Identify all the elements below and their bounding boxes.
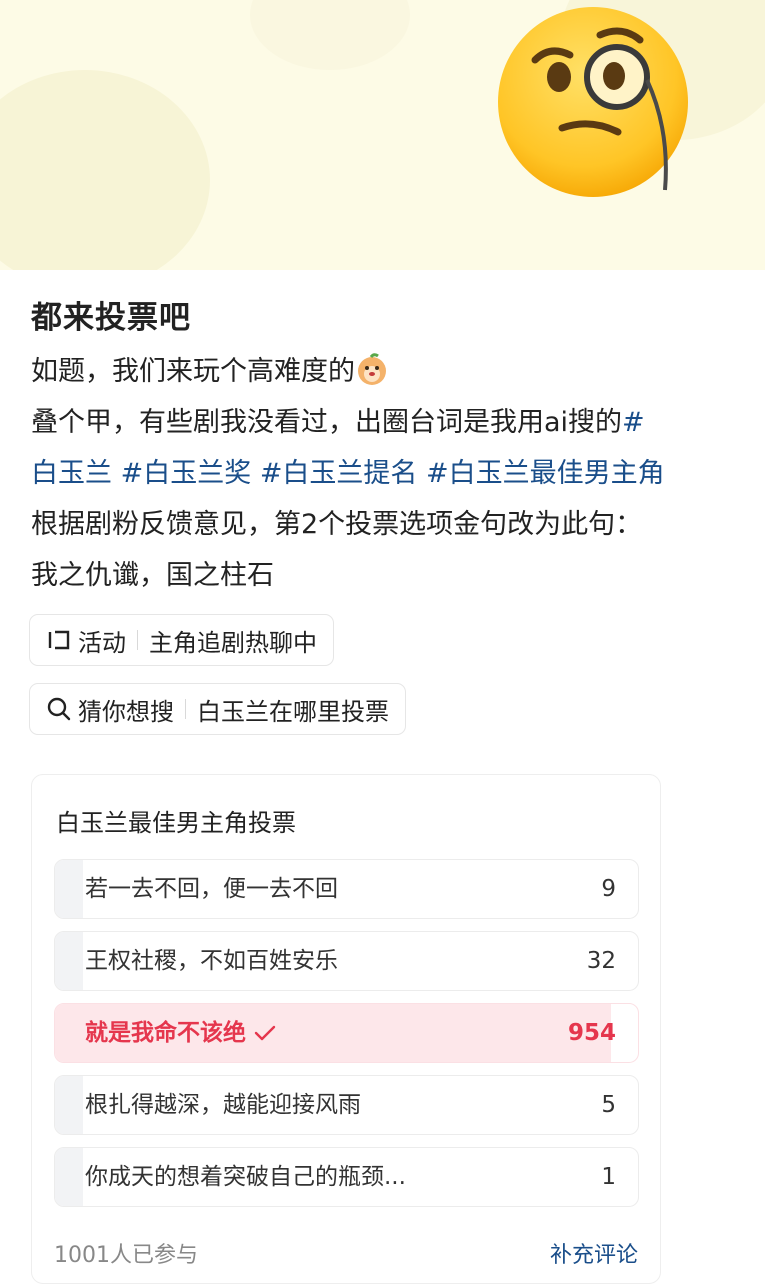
- activity-pill[interactable]: 活动 主角追剧热聊中: [29, 614, 334, 666]
- hashtag-link[interactable]: #白玉兰最佳男主角: [426, 458, 665, 489]
- post-line: 如题，我们来玩个高难度的: [31, 356, 355, 387]
- post-line: 我之仇谶，国之柱石: [31, 560, 274, 591]
- header-banner: [0, 0, 765, 270]
- poll-option-count: 9: [601, 876, 616, 902]
- post-line: 根据剧粉反馈意见，第2个投票选项金句改为此句：: [31, 509, 643, 540]
- poll-option[interactable]: 你成天的想着突破自己的瓶颈... 1: [54, 1147, 639, 1207]
- hashtag-link[interactable]: #: [622, 407, 645, 438]
- post-title: 都来投票吧: [31, 300, 191, 336]
- poll-title: 白玉兰最佳男主角投票: [56, 809, 296, 837]
- poll-option-count: 954: [567, 1020, 616, 1046]
- search-suggestion-label: 猜你想搜: [78, 697, 174, 726]
- poll-option-bar: [55, 1148, 83, 1206]
- poll-option-label: 若一去不回，便一去不回: [85, 876, 338, 902]
- check-icon: [254, 1025, 276, 1041]
- post-line: 叠个甲，有些剧我没看过，出圈台词是我用ai搜的: [31, 407, 623, 438]
- poll-option[interactable]: 王权社稷，不如百姓安乐 32: [54, 931, 639, 991]
- poll-option-bar: [55, 1076, 83, 1134]
- divider: [185, 699, 186, 719]
- activity-label: 活动: [78, 628, 126, 657]
- banner-decoration: [250, 0, 410, 70]
- hashtag-link[interactable]: #白玉兰奖: [121, 458, 252, 489]
- poll-option-label: 根扎得越深，越能迎接风雨: [85, 1092, 361, 1118]
- supplement-comment-link[interactable]: 补充评论: [550, 1237, 638, 1269]
- poll-option-selected[interactable]: 就是我命不该绝 954: [54, 1003, 639, 1063]
- poll-option-label: 就是我命不该绝: [85, 1020, 246, 1046]
- bear-emoji-icon: [358, 353, 386, 385]
- poll-option-label: 你成天的想着突破自己的瓶颈...: [85, 1164, 406, 1190]
- participant-count: 1001人已参与: [54, 1243, 198, 1268]
- activity-value: 主角追剧热聊中: [149, 628, 317, 657]
- poll-option-bar: [55, 860, 83, 918]
- poll-option[interactable]: 若一去不回，便一去不回 9: [54, 859, 639, 919]
- poll-option[interactable]: 根扎得越深，越能迎接风雨 5: [54, 1075, 639, 1135]
- search-suggestion-value: 白玉兰在哪里投票: [197, 697, 389, 726]
- poll-option-count: 32: [586, 948, 616, 974]
- hashtag-link[interactable]: 白玉兰: [31, 458, 112, 489]
- poll-option-count: 1: [601, 1164, 616, 1190]
- poll-option-label: 王权社稷，不如百姓安乐: [85, 948, 338, 974]
- monocle-face-icon: [498, 7, 688, 197]
- banner-decoration: [0, 70, 210, 270]
- poll-option-label-wrap: 就是我命不该绝: [85, 1004, 276, 1062]
- activity-icon: [48, 630, 70, 650]
- search-icon: [47, 697, 71, 721]
- poll-option-bar: [55, 932, 83, 990]
- divider: [137, 630, 138, 650]
- poll-option-count: 5: [601, 1092, 616, 1118]
- poll-card: 白玉兰最佳男主角投票 若一去不回，便一去不回 9 王权社稷，不如百姓安乐 32 …: [31, 774, 661, 1284]
- hashtag-link[interactable]: #白玉兰提名: [260, 458, 418, 489]
- post-body: 如题，我们来玩个高难度的 叠个甲，有些剧我没看过，出圈台词是我用ai搜的# 白玉…: [31, 346, 741, 601]
- search-suggestion-pill[interactable]: 猜你想搜 白玉兰在哪里投票: [29, 683, 406, 735]
